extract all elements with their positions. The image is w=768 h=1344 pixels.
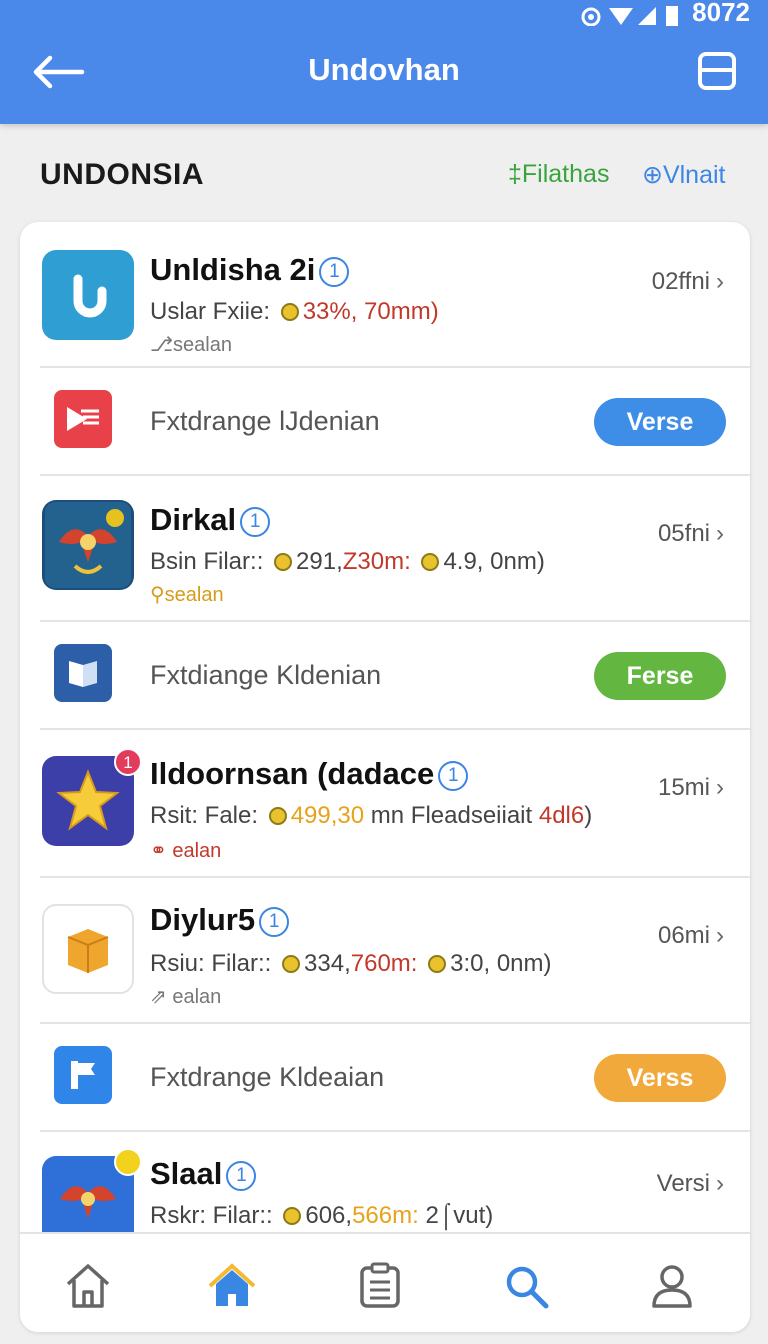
signal-icon	[580, 2, 602, 27]
verss-button[interactable]: Verss	[594, 1054, 726, 1102]
nav-search[interactable]	[500, 1260, 552, 1312]
coin-icon	[274, 553, 293, 571]
pin-icon: ⚭	[150, 840, 173, 862]
profile-icon	[652, 1265, 692, 1308]
app-name: Dirkal 1	[150, 502, 271, 538]
pin-icon: ⚲	[150, 584, 165, 606]
search-icon	[506, 1266, 549, 1309]
ferse-button[interactable]: Ferse	[594, 652, 726, 700]
home-filled-icon	[208, 1263, 256, 1306]
coin-icon	[421, 553, 440, 571]
bottom-navigation	[20, 1232, 750, 1332]
verse-button[interactable]: Verse	[594, 398, 726, 446]
page-title: Undovhan	[308, 52, 460, 87]
app-distance: 06mi ›	[657, 922, 724, 949]
app-distance: 05fni ›	[657, 520, 724, 547]
app-distance: 02ffni ›	[651, 268, 724, 295]
info-icon: 1	[240, 507, 271, 537]
status-bar: 8072	[580, 0, 750, 27]
info-icon: 1	[226, 1161, 257, 1191]
list-item[interactable]: Dirkal 1 Bsin Filar:: 291,Z30m: 4.9, 0nm)…	[20, 476, 750, 622]
section-title: UNDONSIA	[40, 158, 205, 191]
chevron-right-icon: ›	[716, 922, 724, 949]
list-item[interactable]: Unldisha 2i 1 Uslar Fxiie: 33%, 70mm) ⎇se…	[20, 222, 750, 368]
nav-clipboard[interactable]	[354, 1260, 406, 1312]
wifi-icon	[608, 2, 634, 25]
clipboard-icon	[360, 1262, 400, 1308]
blue-f-app-icon	[54, 1046, 112, 1104]
app-name: Ildoornsan (dadace 1	[150, 756, 469, 792]
list-item[interactable]: Diylur5 1 Rsiu: Filar:: 334,760m: 3:0, 0n…	[20, 878, 750, 1024]
notification-badge: 1	[114, 748, 142, 776]
promo-text: Fxtdrange Kldeaian	[150, 1062, 385, 1092]
app-name: Slaal 1	[150, 1156, 257, 1192]
app-location: ⚲sealan	[150, 584, 224, 606]
app-meta: Rskr: Filar:: 606,566m: 2⌠vut)	[150, 1202, 494, 1229]
app-location: ⚭ ealan	[150, 840, 222, 862]
red-document-icon	[54, 390, 112, 448]
coin-icon	[283, 1207, 302, 1225]
app-meta: Rsiu: Filar:: 334,760m: 3:0, 0nm)	[150, 950, 552, 977]
app-list-card: Unldisha 2i 1 Uslar Fxiie: 33%, 70mm) ⎇se…	[20, 222, 750, 1332]
info-icon: 1	[259, 907, 290, 937]
app-bar: 8072 Undovhan	[0, 0, 768, 124]
app-location: ⎇sealan	[150, 334, 232, 356]
battery-icon	[664, 2, 686, 26]
nav-profile[interactable]	[646, 1260, 698, 1312]
nav-home[interactable]	[62, 1260, 114, 1312]
nav-home-active[interactable]	[206, 1260, 258, 1312]
chevron-right-icon: ›	[716, 1170, 724, 1197]
app-location: ⇗ ealan	[150, 986, 222, 1008]
promo-text: Fxtdiange Kldenian	[150, 660, 382, 690]
chevron-right-icon: ›	[716, 268, 724, 295]
app-meta: Uslar Fxiie: 33%, 70mm)	[150, 298, 439, 325]
coin-icon	[280, 303, 299, 321]
info-icon: 1	[438, 761, 469, 791]
view-all-link[interactable]: ⊕Vlnait	[642, 160, 725, 190]
chevron-right-icon: ›	[716, 520, 724, 547]
status-dot	[114, 1148, 142, 1176]
status-time: 8072	[692, 0, 750, 27]
package-icon	[42, 904, 134, 994]
list-item[interactable]: Slaal 1 Rskr: Filar:: 606,566m: 2⌠vut) Ve…	[20, 1132, 750, 1246]
home-outline-icon	[66, 1264, 110, 1308]
app-name: Diylur5 1	[150, 902, 290, 938]
app-meta: Rsit: Fale: 499,30 mn Fleadseiiait 4dl6)	[150, 802, 593, 829]
star-icon: 1	[42, 748, 142, 846]
layout-menu-button[interactable]	[698, 52, 736, 90]
coin-icon	[428, 955, 447, 973]
list-item: Fxtdrange Kldeaian Verss	[20, 1024, 750, 1132]
coin-icon	[268, 807, 287, 825]
blue-flag-icon	[54, 644, 112, 702]
app-name: Unldisha 2i 1	[150, 252, 350, 288]
info-icon: 1	[319, 257, 350, 287]
list-item: Fxtdiange Kldenian Ferse	[20, 622, 750, 730]
cellular-icon	[636, 2, 658, 25]
app-distance: 15mi ›	[657, 774, 724, 801]
blue-u-app-icon	[42, 250, 134, 340]
filter-link[interactable]: ‡Filathas	[508, 160, 609, 189]
list-item[interactable]: 1 Ildoornsan (dadace 1 Rsit: Fale: 499,30…	[20, 730, 750, 878]
garuda-emblem-icon	[42, 500, 134, 590]
app-distance: Versi ›	[656, 1170, 724, 1197]
app-meta: Bsin Filar:: 291,Z30m: 4.9, 0nm)	[150, 548, 545, 575]
coin-icon	[282, 955, 301, 973]
chevron-right-icon: ›	[716, 774, 724, 801]
promo-text: Fxtdrange lJdenian	[150, 406, 380, 436]
link-icon: ⇗	[150, 986, 173, 1008]
list-item: Fxtdrange lJdenian Verse	[20, 368, 750, 476]
